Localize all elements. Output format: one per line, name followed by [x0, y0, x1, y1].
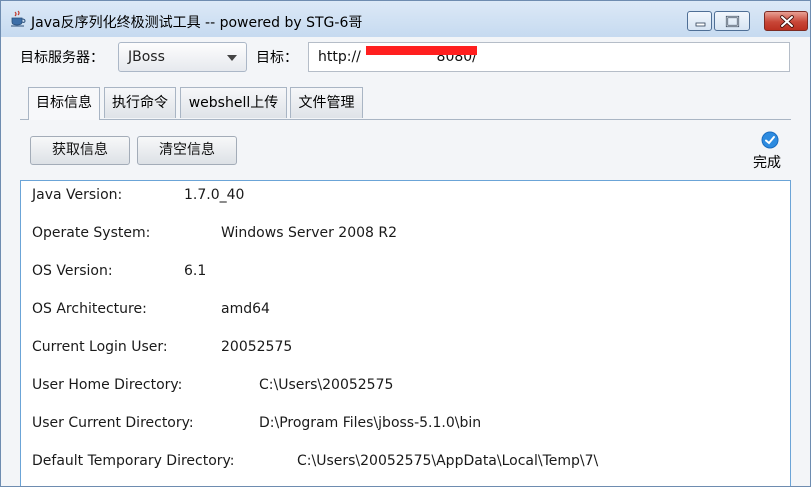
info-key-default-temp-directory: Default Temporary Directory:	[32, 453, 235, 469]
maximize-icon	[725, 15, 740, 28]
maximize-button[interactable]	[714, 11, 750, 31]
info-key-user-current-directory: User Current Directory:	[32, 415, 194, 431]
url-redaction-bar	[366, 46, 477, 55]
tab-webshell-upload[interactable]: webshell上传	[180, 87, 287, 118]
server-select[interactable]: JBoss	[118, 42, 247, 72]
close-icon	[780, 15, 794, 28]
info-key-current-login-user: Current Login User:	[32, 339, 168, 355]
info-value-user-home-directory: C:\Users\20052575	[259, 377, 394, 393]
info-value-current-login-user: 20052575	[221, 339, 293, 355]
close-button[interactable]	[764, 11, 808, 31]
info-key-os-architecture: OS Architecture:	[32, 301, 147, 317]
info-key-operate-system: Operate System:	[32, 225, 151, 241]
clear-info-button[interactable]: 清空信息	[137, 136, 237, 165]
info-key-os-version: OS Version:	[32, 263, 113, 279]
info-output-panel[interactable]: Java Version: 1.7.0_40 Operate System: W…	[20, 180, 791, 486]
info-value-operate-system: Windows Server 2008 R2	[221, 225, 398, 241]
minimize-icon	[695, 22, 706, 27]
tab-file-manager[interactable]: 文件管理	[290, 87, 363, 118]
tab-execute-command[interactable]: 执行命令	[104, 87, 176, 118]
window-title: Java反序列化终极测试工具 -- powered by STG-6哥	[31, 15, 363, 31]
app-window: Java反序列化终极测试工具 -- powered by STG-6哥 目标服务…	[0, 0, 811, 487]
tab-bar: 目标信息 执行命令 webshell上传 文件管理	[20, 87, 791, 120]
status-text: 完成	[753, 155, 781, 171]
info-value-user-current-directory: D:\Program Files\jboss-5.1.0\bin	[259, 415, 482, 431]
title-bar[interactable]: Java反序列化终极测试工具 -- powered by STG-6哥	[1, 1, 810, 37]
check-circle-icon	[761, 131, 779, 149]
tab-target-info[interactable]: 目标信息	[28, 87, 100, 120]
minimize-button[interactable]	[687, 11, 712, 31]
java-cup-icon	[11, 10, 26, 27]
info-key-java-version: Java Version:	[32, 187, 123, 203]
server-label: 目标服务器：	[20, 50, 104, 66]
info-value-java-version: 1.7.0_40	[184, 187, 245, 203]
info-value-os-version: 6.1	[184, 263, 207, 279]
info-key-user-home-directory: User Home Directory:	[32, 377, 183, 393]
info-value-os-architecture: amd64	[221, 301, 270, 317]
fetch-info-button[interactable]: 获取信息	[30, 136, 130, 165]
target-label: 目标：	[256, 50, 298, 66]
server-select-value: JBoss	[128, 49, 165, 65]
info-value-default-temp-directory: C:\Users\20052575\AppData\Local\Temp\7\	[297, 453, 599, 469]
chevron-down-icon	[227, 55, 237, 61]
